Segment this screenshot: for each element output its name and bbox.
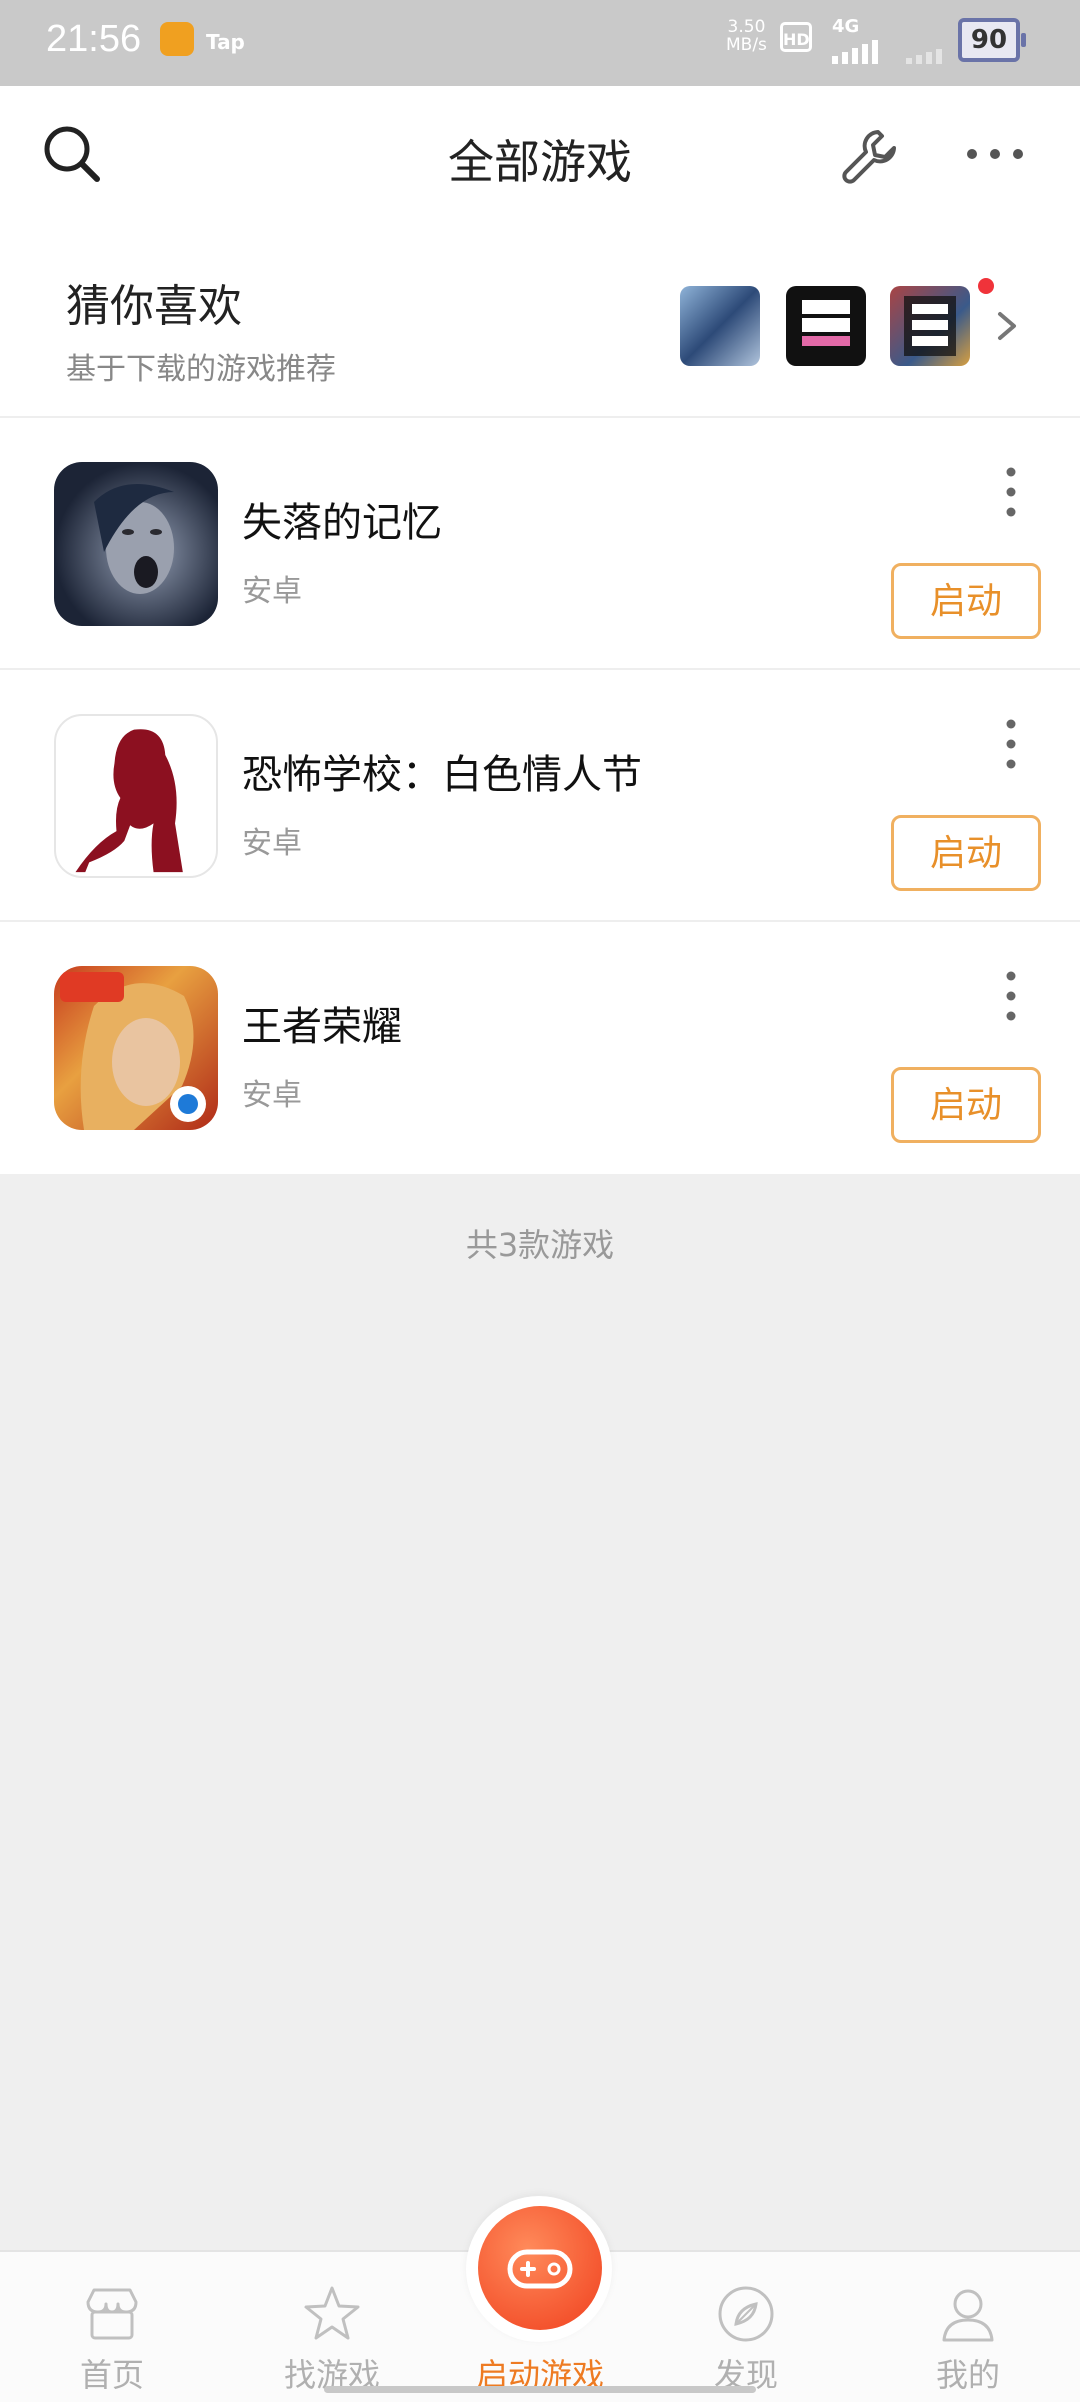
notification-dot [978, 278, 994, 294]
person-icon [942, 2289, 994, 2342]
vertical-more-icon[interactable] [996, 966, 1026, 1026]
star-icon [304, 2286, 360, 2340]
status-bar: 21:56 Tap 3.50 MB/s HD 4G 90 [0, 0, 1080, 86]
game-icon-lost-memory[interactable] [54, 462, 218, 626]
chevron-right-icon[interactable] [992, 306, 1022, 346]
nav-label: 首页 [79, 2356, 144, 2394]
signal-icon [832, 40, 880, 64]
launch-button[interactable]: 启动 [891, 815, 1041, 891]
game-name: 王者荣耀 [242, 1004, 402, 1050]
recommend-subtitle: 基于下载的游戏推荐 [66, 352, 336, 387]
header-bar: 全部游戏 [0, 86, 1080, 226]
recommend-thumb[interactable] [680, 286, 760, 366]
page-title: 全部游戏 [448, 135, 632, 189]
status-time: 21:56 [46, 18, 142, 60]
gta-logo-icon [802, 300, 850, 346]
launch-button[interactable]: 启动 [891, 1067, 1041, 1143]
nav-label: 我的 [935, 2356, 1000, 2394]
tap-app-icon [160, 22, 194, 56]
hd-icon: HD [780, 22, 812, 52]
network-speed: 3.50 MB/s [726, 18, 767, 54]
game-count: 共3款游戏 [465, 1226, 615, 1264]
compass-icon [718, 2286, 774, 2342]
recommend-title: 猜你喜欢 [66, 281, 242, 332]
speed-value: 3.50 [727, 17, 766, 37]
launch-button[interactable]: 启动 [891, 563, 1041, 639]
speed-unit: MB/s [726, 35, 767, 55]
nav-item-home[interactable]: 首页 [4, 2252, 220, 2402]
launch-games-button[interactable] [478, 2206, 602, 2330]
game-item[interactable]: 王者荣耀 安卓 启动 [0, 922, 1080, 1174]
game-name: 恐怖学校：白色情人节 [242, 752, 642, 798]
game-icon-honor-of-kings[interactable] [54, 966, 218, 1130]
vertical-more-icon[interactable] [996, 714, 1026, 774]
nav-item-mine[interactable]: 我的 [860, 2252, 1076, 2402]
hero-portrait-icon [60, 972, 206, 1130]
game-icon-horror-school[interactable] [54, 714, 218, 878]
more-icon[interactable] [960, 124, 1030, 184]
home-indicator[interactable] [324, 2386, 756, 2393]
network-type: 4G [832, 16, 860, 37]
gta-logo-icon [904, 296, 956, 356]
game-item[interactable]: 恐怖学校：白色情人节 安卓 启动 [0, 670, 1080, 922]
nav-item-find-games[interactable]: 找游戏 [224, 2252, 440, 2402]
game-name: 失落的记忆 [242, 500, 442, 546]
wrench-icon[interactable] [840, 126, 900, 186]
signal-icon-secondary [906, 40, 954, 64]
gamepad-icon [507, 2249, 573, 2289]
game-platform: 安卓 [242, 826, 302, 861]
game-item[interactable]: 失落的记忆 安卓 启动 [0, 418, 1080, 670]
battery-icon: 90 [958, 18, 1026, 62]
recommend-section[interactable]: 猜你喜欢 基于下载的游戏推荐 [0, 226, 1080, 418]
girl-silhouette-icon [75, 729, 183, 873]
vertical-more-icon[interactable] [996, 462, 1026, 522]
store-icon [86, 2288, 138, 2340]
recommend-thumb[interactable] [786, 286, 866, 366]
game-platform: 安卓 [242, 574, 302, 609]
recommend-thumb[interactable] [890, 286, 970, 366]
game-platform: 安卓 [242, 1078, 302, 1113]
status-app-label: Tap [206, 30, 245, 54]
nav-item-discover[interactable]: 发现 [638, 2252, 854, 2402]
screaming-face-icon [94, 484, 174, 594]
